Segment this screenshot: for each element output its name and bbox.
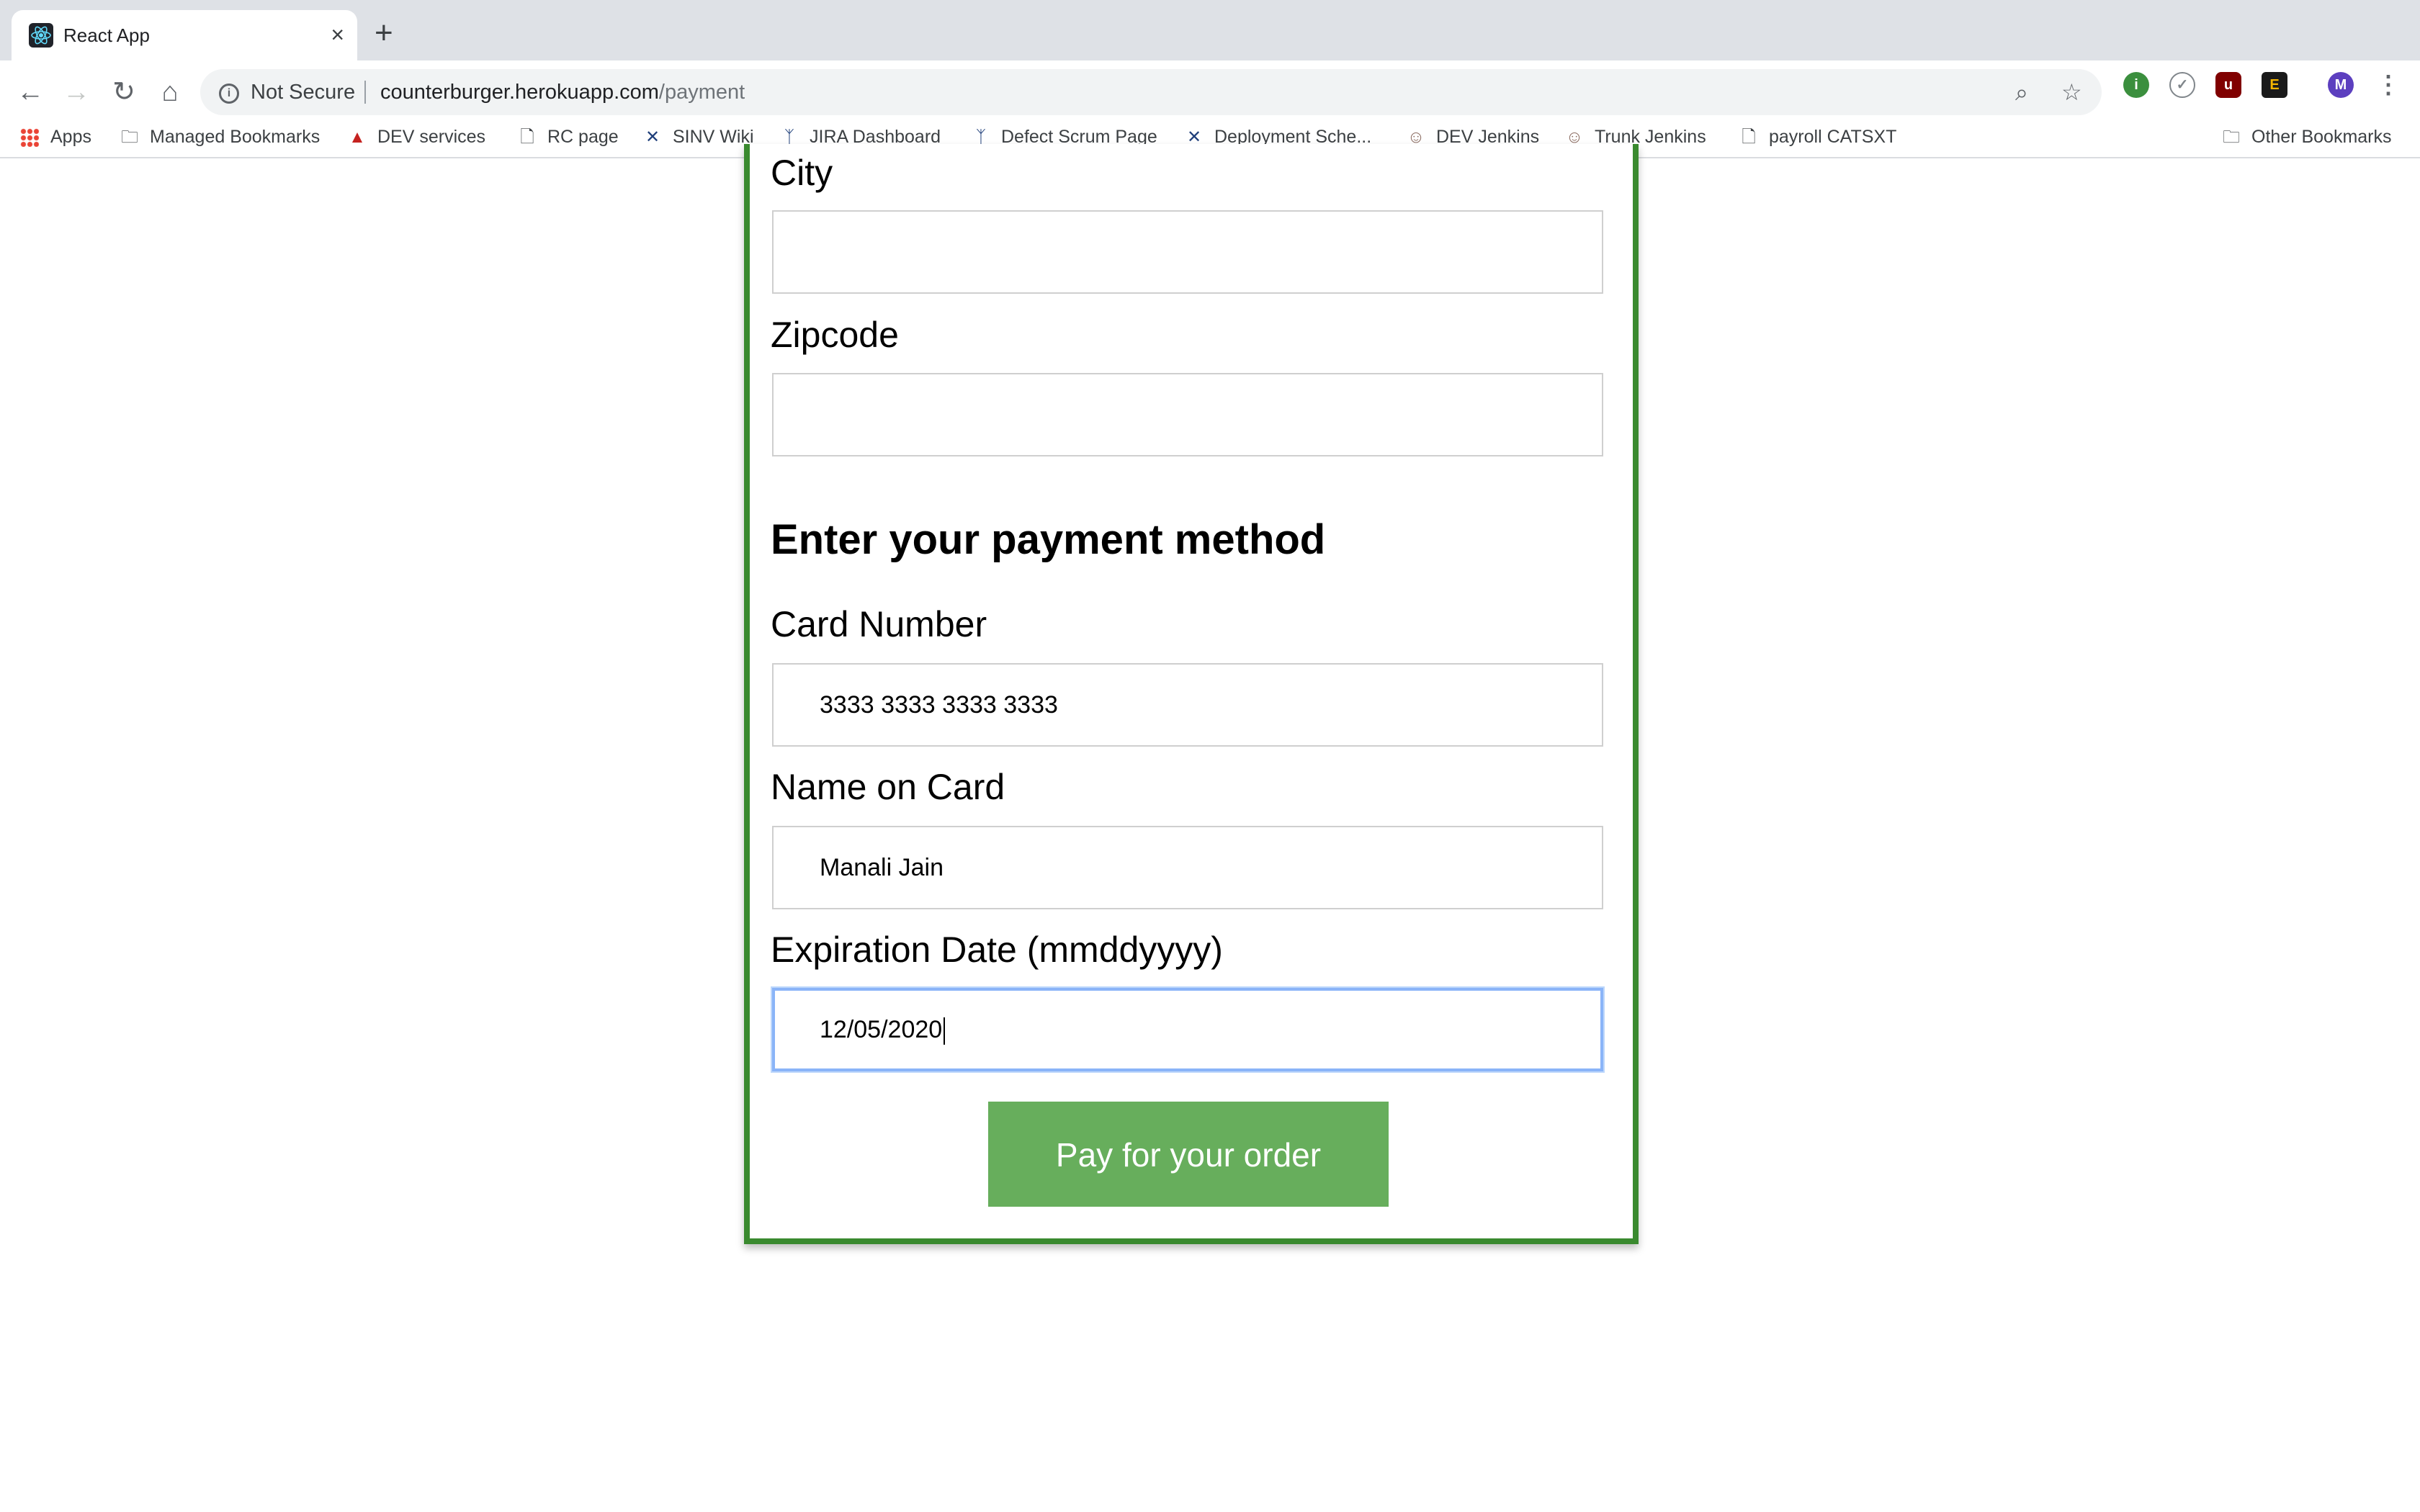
reload-icon[interactable]: ↻	[105, 73, 143, 111]
tab-title: React App	[63, 24, 150, 46]
payment-method-heading: Enter your payment method	[771, 516, 1326, 563]
browser-toolbar: ← → ↻ ⌂ i Not Secure counterburger.herok…	[0, 60, 2420, 124]
extension-e-icon[interactable]: E	[2262, 72, 2287, 98]
profile-avatar[interactable]: M	[2328, 72, 2354, 98]
bookmark-apps[interactable]: Apps	[20, 122, 91, 151]
new-tab-icon[interactable]: +	[375, 17, 393, 49]
bookmark-dev-services[interactable]: ▲ DEV services	[347, 122, 485, 151]
bookmark-other-bookmarks[interactable]: 🗀 Other Bookmarks	[2221, 122, 2392, 151]
city-input[interactable]	[772, 210, 1603, 294]
folder-icon: 🗀	[121, 127, 138, 147]
folder-icon: 🗀	[2223, 127, 2240, 147]
home-icon[interactable]: ⌂	[151, 73, 189, 111]
forward-arrow-icon[interactable]: →	[58, 73, 95, 111]
page-icon: 🗋	[1742, 127, 1756, 147]
bookmark-rc-page[interactable]: 🗋 RC page	[517, 122, 619, 151]
zipcode-input[interactable]	[772, 373, 1603, 456]
bookmark-label: DEV services	[377, 127, 486, 147]
info-icon[interactable]: i	[219, 84, 239, 104]
card-number-label: Card Number	[771, 604, 987, 644]
extension-green-icon[interactable]: i	[2123, 72, 2149, 98]
page-icon: 🗋	[520, 127, 534, 147]
bookmark-label: SINV Wiki	[673, 127, 754, 147]
back-arrow-icon[interactable]: ←	[12, 73, 49, 111]
zoom-icon[interactable]: ⌕	[2015, 78, 2028, 107]
security-status[interactable]: Not Secure	[251, 79, 355, 105]
expiration-date-label: Expiration Date (mmddyyyy)	[771, 930, 1223, 970]
tab-close-icon[interactable]: ×	[331, 22, 344, 48]
menu-kebab-icon[interactable]: ⋮	[2375, 72, 2401, 98]
expiration-date-value: 12/05/2020	[820, 1016, 943, 1043]
zipcode-label: Zipcode	[771, 315, 899, 355]
tab-react-app[interactable]: React App ×	[12, 10, 357, 60]
bookmark-sinv-wiki[interactable]: ✕ SINV Wiki	[642, 122, 754, 151]
url-path: /payment	[658, 81, 745, 104]
confluence-icon: ✕	[645, 127, 660, 147]
name-on-card-input[interactable]: Manali Jain	[772, 826, 1603, 909]
bookmark-label: Managed Bookmarks	[150, 127, 321, 147]
name-on-card-label: Name on Card	[771, 767, 1005, 807]
omnibox-divider	[364, 81, 366, 104]
bookmark-label: Apps	[50, 127, 91, 147]
city-label: City	[771, 153, 833, 193]
expiration-date-input[interactable]: 12/05/2020	[772, 988, 1603, 1071]
apps-grid-icon	[20, 128, 39, 148]
text-caret	[944, 1017, 946, 1045]
url-host: counterburger.herokuapp.com	[380, 81, 659, 104]
pay-for-order-button[interactable]: Pay for your order	[988, 1102, 1389, 1207]
star-bookmark-icon[interactable]: ☆	[2061, 78, 2082, 107]
react-favicon-icon	[29, 23, 53, 48]
browser-tab-bar: React App × +	[0, 0, 2420, 60]
bookmark-label: payroll CATSXT	[1769, 127, 1897, 147]
ublock-icon[interactable]: u	[2215, 72, 2241, 98]
address-bar[interactable]: i Not Secure counterburger.herokuapp.com…	[200, 69, 2102, 115]
bookmark-label: Other Bookmarks	[2251, 127, 2392, 147]
card-number-input[interactable]: 3333 3333 3333 3333	[772, 663, 1603, 747]
bookmark-label: RC page	[547, 127, 619, 147]
bookmark-payroll-catsxt[interactable]: 🗋 payroll CATSXT	[1739, 122, 1896, 151]
extension-shield-icon[interactable]: ✓	[2169, 72, 2195, 98]
cloud-icon: ▲	[349, 127, 366, 147]
bookmark-managed-bookmarks[interactable]: 🗀 Managed Bookmarks	[120, 122, 320, 151]
url-text[interactable]: counterburger.herokuapp.com/payment	[380, 79, 745, 105]
